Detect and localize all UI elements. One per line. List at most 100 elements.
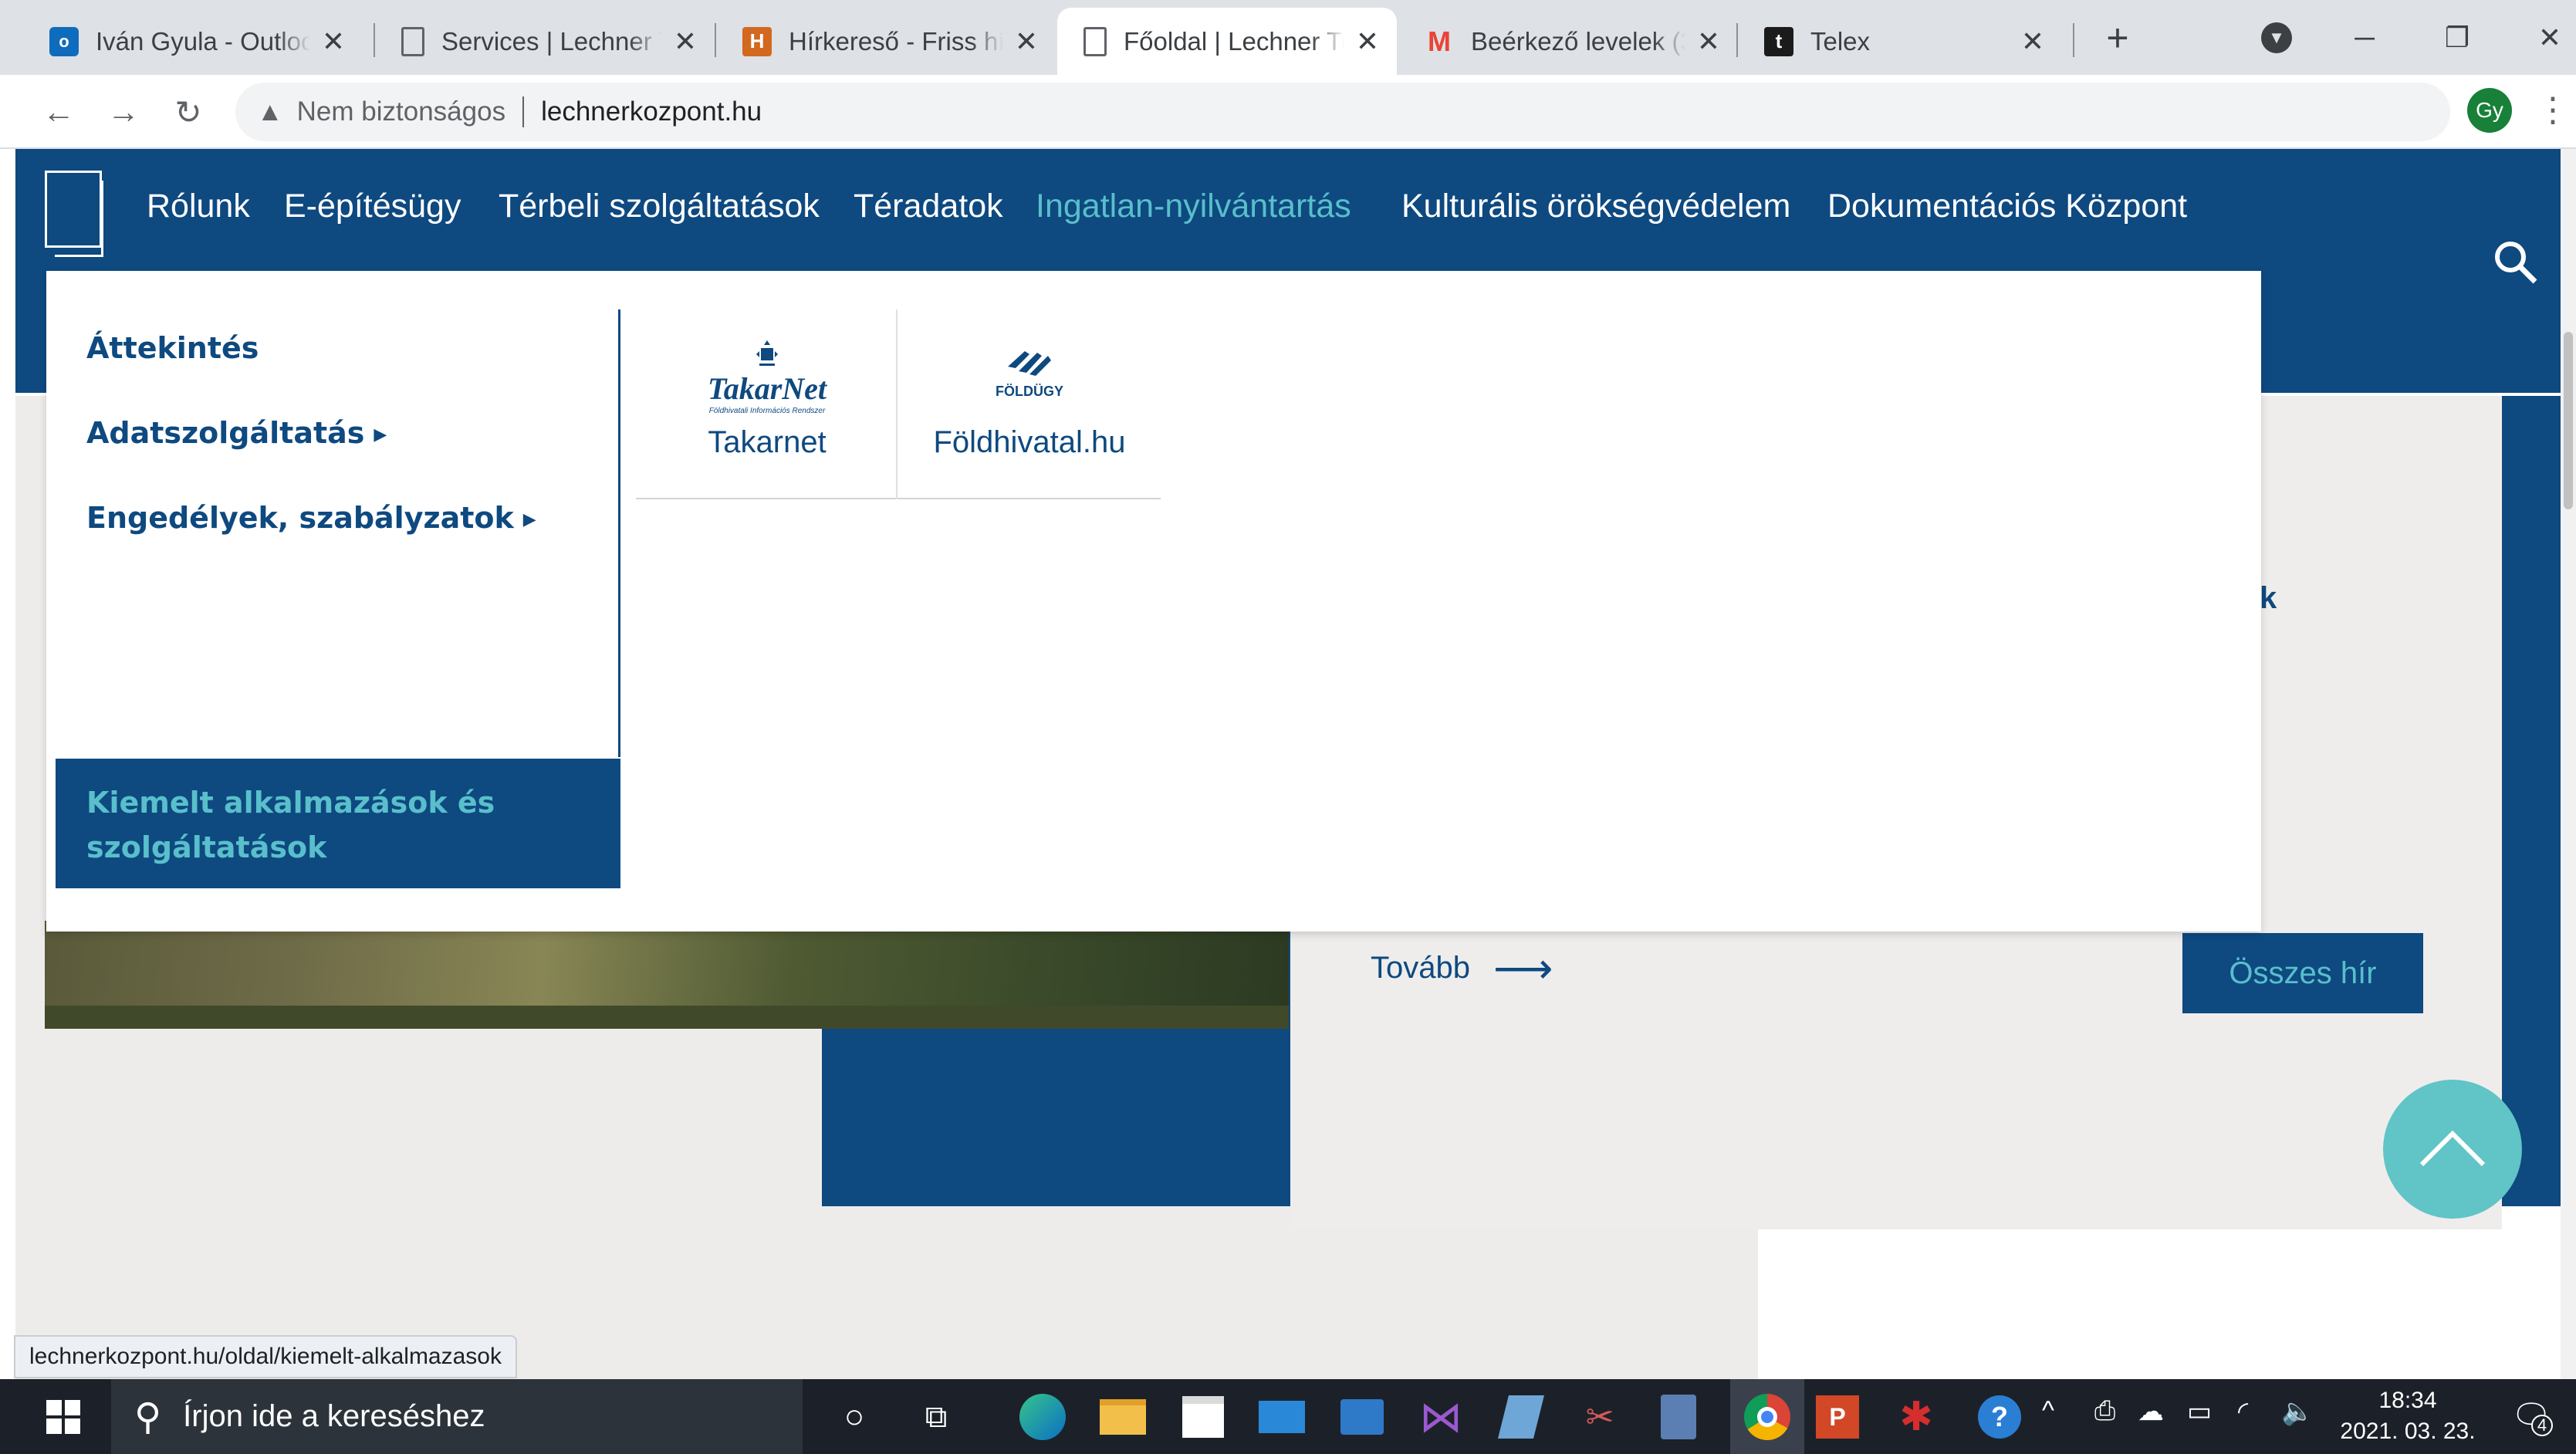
address-bar[interactable]: ▲ Nem biztonságos lechnerkozpont.hu ☆ [235,83,2450,141]
app-splat-icon[interactable]: ✱ [1889,1390,1943,1444]
page-icon [401,26,424,56]
menu-item-kiemelt-alkalmazasok[interactable]: Kiemelt alkalmazások és szolgáltatások [56,759,620,888]
tab-telex[interactable]: t Telex ✕ [1738,8,2062,75]
new-tab-button[interactable]: + [2087,11,2148,65]
snipping-tool-icon[interactable]: ✂ [1573,1390,1627,1444]
scroll-to-top-button[interactable] [2383,1080,2522,1219]
more-link[interactable]: Tovább ⟶ [1371,944,1553,992]
reload-button[interactable]: ↻ [164,87,213,137]
close-icon[interactable]: ✕ [318,25,349,57]
task-view-icon[interactable]: ⧉ [909,1390,963,1444]
menu-item-engedelyek[interactable]: Engedélyek, szabályzatok ▶ [86,501,536,535]
status-link-preview: lechnerkozpont.hu/oldal/kiemelt-alkalmaz… [14,1335,517,1378]
restore-icon: ❐ [2444,22,2470,53]
calculator-icon[interactable] [1651,1390,1706,1444]
app-label: Földhivatal.hu [933,425,1126,459]
close-icon[interactable]: ✕ [1011,25,1042,57]
forward-button[interactable]: → [99,87,148,137]
close-icon[interactable]: ✕ [2017,25,2048,57]
start-button[interactable] [15,1379,111,1454]
cortana-icon[interactable]: ○ [827,1390,881,1444]
foldugy-logo: FÖLDÜGY [996,351,1063,399]
tab-title: Iván Gyula - Outlook [96,26,310,56]
security-label[interactable]: Nem biztonságos [297,96,505,127]
tab-outlook[interactable]: o Iván Gyula - Outlook ✕ [23,8,363,75]
file-explorer-icon[interactable] [1096,1390,1150,1444]
close-icon[interactable]: ✕ [1693,25,1724,57]
back-button[interactable]: ← [34,87,83,137]
tab-hirkereso[interactable]: H Hírkereső - Friss hírek ✕ [716,8,1056,75]
warning-icon[interactable]: ▲ [257,97,283,127]
battery-icon[interactable]: ▭ [2187,1396,2212,1427]
site-logo[interactable] [45,171,103,257]
onedrive-icon[interactable]: ☁ [2138,1396,2164,1427]
mega-menu: Áttekintés Adatszolgáltatás ▶ Engedélyek,… [46,271,2261,932]
tab-title: Hírkereső - Friss hírek [789,26,1003,56]
takarnet-logo: TakarNet Földhivatali Információs Rendsz… [708,340,828,415]
taskbar-search-box[interactable]: ⚲ Írjon ide a kereséshez [111,1379,803,1454]
outlook-icon: o [49,26,79,56]
surface-app-icon[interactable] [1494,1390,1548,1444]
menu-kebab-icon[interactable]: ⋮ [2536,85,2570,134]
nav-item-kulturalis-oroksegvedelem[interactable]: Kulturális örökségvédelem [1401,188,1790,225]
help-icon[interactable]: ? [1973,1390,2027,1444]
caret-right-icon: ▶ [374,425,387,445]
hirkereso-icon: H [742,26,772,56]
restore-button[interactable]: ❐ [2426,11,2488,65]
edge-icon[interactable] [1016,1390,1070,1444]
app-takarnet[interactable]: TakarNet Földhivatali Információs Rendsz… [636,309,898,499]
notification-center-button[interactable]: 🗨 4 [2508,1393,2554,1439]
remote-desktop-icon[interactable] [1335,1390,1389,1444]
mail-icon[interactable] [1255,1390,1309,1444]
menu-item-adatszolgaltatas[interactable]: Adatszolgáltatás ▶ [86,416,387,450]
search-icon[interactable] [2489,235,2543,289]
store-icon[interactable] [1176,1390,1230,1444]
gmail-icon: M [1428,25,1451,57]
nav-item-terbeli-szolgaltatasok[interactable]: Térbeli szolgáltatások [499,188,820,225]
tab-separator [2073,23,2074,57]
chrome-icon[interactable] [1730,1379,1804,1454]
taskbar-clock[interactable]: 18:34 2021. 03. 23. [2331,1385,2485,1447]
tab-fooldal[interactable]: Főoldal | Lechner Tudásközpont ✕ [1057,8,1397,75]
nav-item-e-epitesugy[interactable]: E-építésügy [284,188,461,225]
nav-item-dokumentacios-kozpont[interactable]: Dokumentációs Központ [1827,188,2187,225]
all-news-button[interactable]: Összes hír [2182,933,2423,1013]
scrollbar-thumb[interactable] [2564,332,2573,509]
close-icon[interactable]: ✕ [670,25,701,57]
nav-item-ingatlan-nyilvantartas[interactable]: Ingatlan-nyilvántartás [1036,188,1351,225]
menu-item-label: Engedélyek, szabályzatok [86,501,514,535]
url-text[interactable]: lechnerkozpont.hu [541,96,762,127]
taskbar-search-placeholder: Írjon ide a kereséshez [183,1399,485,1433]
clock-time: 18:34 [2378,1388,2437,1413]
powerpoint-icon[interactable]: P [1810,1390,1864,1444]
reload-icon: ↻ [174,93,202,130]
arrow-left-icon: ← [42,93,75,130]
tab-search-button[interactable]: ▼ [2246,11,2307,65]
plus-icon: + [2106,16,2129,59]
tab-title: Services | Lechner Tudásközpont [441,26,662,56]
telex-icon: t [1764,26,1793,56]
profile-avatar[interactable]: Gy [2467,88,2512,133]
chevron-up-icon [2419,1130,2486,1167]
tray-chevron-up-icon[interactable]: ^ [2042,1396,2054,1426]
volume-icon[interactable]: 🔈 [2281,1396,2314,1427]
tab-gmail[interactable]: M Beérkező levelek (3) ✕ [1398,8,1738,75]
clock-date: 2021. 03. 23. [2340,1418,2476,1444]
nav-item-teradatok[interactable]: Téradatok [854,188,1003,225]
meet-now-icon[interactable]: ⎙ [2094,1396,2115,1426]
menu-divider [618,309,620,757]
menu-item-attekintes[interactable]: Áttekintés [86,331,259,365]
chevron-down-circle-icon: ▼ [2261,22,2292,53]
tab-services[interactable]: Services | Lechner Tudásközpont ✕ [375,8,715,75]
hero-image-lower [45,1006,1289,1029]
tab-title: Főoldal | Lechner Tudásközpont [1124,26,1344,56]
wifi-icon[interactable]: ◜ [2238,1396,2248,1427]
close-icon[interactable]: ✕ [1352,25,1383,57]
windows-taskbar: ⚲ Írjon ide a kereséshez ○ ⧉ ⋈ ✂ P ✱ ? ^… [0,1379,2576,1454]
app-foldhivatal[interactable]: FÖLDÜGY Földhivatal.hu [898,309,1161,499]
nav-item-rolunk[interactable]: Rólunk [147,188,250,225]
minimize-button[interactable]: ─ [2334,11,2395,65]
browser-toolbar: ← → ↻ ▲ Nem biztonságos lechnerkozpont.h… [0,75,2576,149]
visual-studio-icon[interactable]: ⋈ [1414,1390,1468,1444]
close-window-button[interactable]: ✕ [2519,11,2576,65]
